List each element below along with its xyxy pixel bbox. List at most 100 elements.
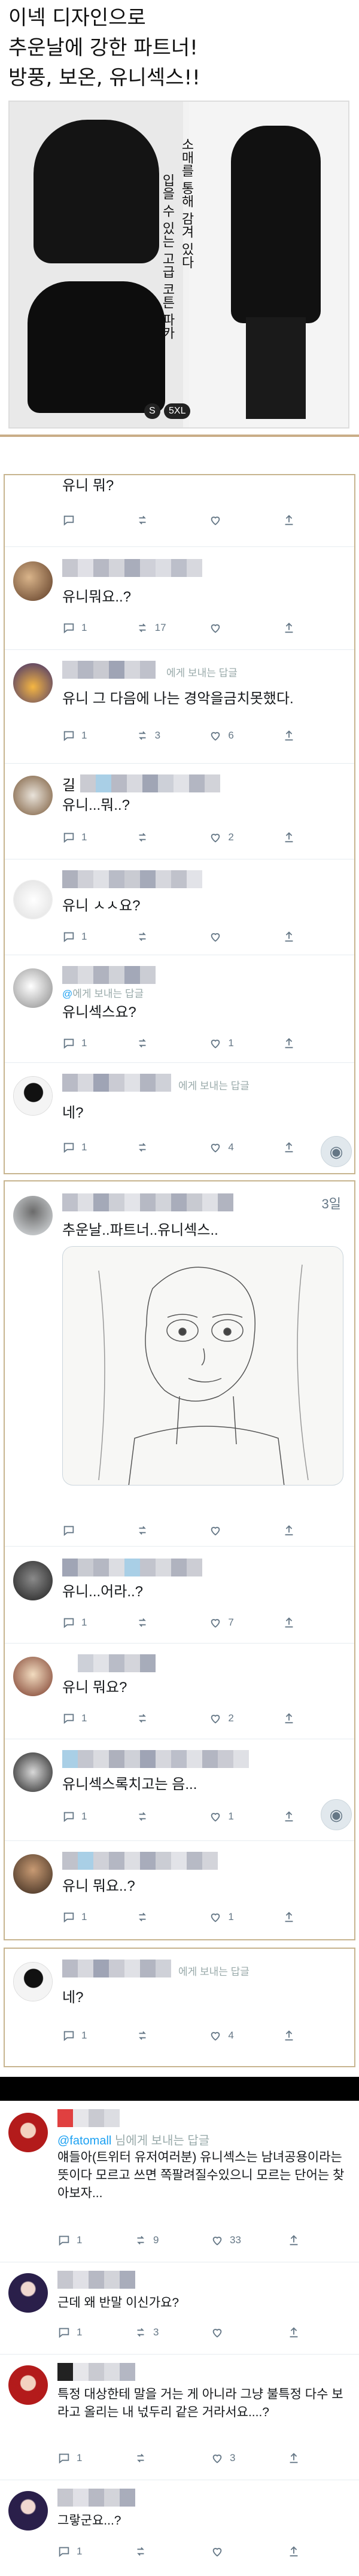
share-button[interactable] — [282, 1616, 330, 1629]
share-button[interactable] — [287, 2326, 335, 2339]
retweet-button[interactable]: 9 — [134, 2234, 182, 2247]
reply-button[interactable]: 1 — [62, 2029, 110, 2042]
table-row[interactable]: 에게 보내는 답글 네? 1 4 — [5, 1949, 354, 2066]
share-button[interactable] — [282, 831, 330, 844]
like-button[interactable] — [209, 514, 257, 527]
retweet-button[interactable] — [136, 1616, 184, 1629]
avatar[interactable] — [8, 2273, 48, 2313]
table-row[interactable]: 특정 대상한테 말을 거는 게 아니라 그냥 불특정 다수 보라고 올리는 내 … — [0, 2355, 359, 2480]
like-button[interactable]: 2 — [209, 831, 257, 844]
like-button[interactable]: 33 — [211, 2234, 258, 2247]
scroll-fab-icon[interactable]: ◉ — [321, 1799, 352, 1830]
like-button[interactable]: 7 — [209, 1616, 257, 1629]
share-button[interactable] — [287, 2234, 335, 2247]
avatar[interactable] — [13, 1657, 53, 1696]
like-button[interactable]: 1 — [209, 1037, 257, 1050]
retweet-button[interactable] — [136, 1810, 184, 1823]
avatar[interactable] — [13, 1561, 53, 1600]
retweet-button[interactable] — [136, 1037, 184, 1050]
retweet-button[interactable] — [136, 831, 184, 844]
scroll-fab-icon[interactable]: ◉ — [321, 1136, 352, 1167]
avatar[interactable] — [13, 880, 53, 919]
avatar[interactable] — [8, 2491, 48, 2531]
reply-button[interactable]: 1 — [62, 621, 110, 634]
retweet-button[interactable] — [136, 2029, 184, 2042]
avatar[interactable] — [13, 663, 53, 703]
avatar[interactable] — [8, 2113, 48, 2152]
reply-button[interactable]: 1 — [62, 1037, 110, 1050]
reply-button[interactable]: 1 — [62, 1712, 110, 1725]
avatar[interactable] — [13, 1076, 53, 1116]
table-row[interactable]: @에게 보내는 답글 유니섹스요? 1 1 — [5, 955, 354, 1063]
share-button[interactable] — [282, 621, 330, 634]
share-button[interactable] — [282, 1037, 330, 1050]
avatar[interactable] — [13, 968, 53, 1008]
reply-button[interactable] — [62, 514, 110, 527]
reply-button[interactable]: 1 — [57, 2326, 105, 2339]
like-button[interactable]: 3 — [211, 2452, 258, 2465]
reply-button[interactable]: 1 — [62, 930, 110, 943]
avatar[interactable] — [13, 561, 53, 601]
like-button[interactable] — [209, 930, 257, 943]
like-button[interactable]: 1 — [209, 1910, 257, 1924]
share-button[interactable] — [287, 2545, 335, 2558]
avatar[interactable] — [13, 1196, 53, 1235]
share-button[interactable] — [282, 729, 330, 742]
share-button[interactable] — [282, 1910, 330, 1924]
table-row[interactable]: 유니 뭐요..? 1 1 — [5, 1841, 354, 1939]
share-button[interactable] — [282, 1524, 330, 1537]
avatar[interactable] — [8, 2365, 48, 2405]
reply-button[interactable]: 1 — [62, 831, 110, 844]
retweet-button[interactable] — [136, 930, 184, 943]
reply-button[interactable]: 1 — [62, 1616, 110, 1629]
table-row[interactable]: @fatomall 님에게 보내는 답글 얘들아(트위터 유저여러분) 유니섹스… — [0, 2102, 359, 2262]
retweet-button[interactable] — [134, 2545, 182, 2558]
table-row[interactable]: 유니섹스록치고는 음... 1 1 ◉ — [5, 1739, 354, 1841]
avatar[interactable] — [13, 1752, 53, 1792]
list-item[interactable]: 3일 추운날..파트너..유니섹스.. — [5, 1181, 354, 1547]
reply-button[interactable] — [62, 1524, 110, 1537]
like-button[interactable]: 4 — [209, 1141, 257, 1154]
reply-button[interactable]: 1 — [57, 2545, 105, 2558]
like-button[interactable] — [209, 621, 257, 634]
retweet-button[interactable] — [136, 1712, 184, 1725]
table-row[interactable]: 길 유니...뭐..? 1 2 — [5, 764, 354, 859]
reply-button[interactable]: 1 — [62, 1910, 110, 1924]
share-button[interactable] — [287, 2452, 335, 2465]
attached-drawing-image[interactable] — [62, 1246, 343, 1486]
retweet-button[interactable] — [136, 1910, 184, 1924]
like-button[interactable]: 6 — [209, 729, 257, 742]
like-button[interactable]: 1 — [209, 1810, 257, 1823]
table-row[interactable]: 근데 왜 반말 이신가요? 1 3 — [0, 2262, 359, 2355]
table-row[interactable]: 유니...어라..? 1 7 — [5, 1548, 354, 1644]
avatar[interactable] — [13, 1962, 53, 2001]
retweet-button[interactable] — [134, 2452, 182, 2465]
like-button[interactable] — [209, 1524, 257, 1537]
reply-button[interactable]: 1 — [62, 1810, 110, 1823]
like-button[interactable] — [211, 2326, 258, 2339]
avatar[interactable] — [13, 776, 53, 815]
like-button[interactable]: 2 — [209, 1712, 257, 1725]
table-row[interactable]: 에게 보내는 답글 유니 그 다음에 나는 경악을금치못했다. 1 3 6 — [5, 650, 354, 764]
reply-button[interactable]: 1 — [62, 729, 110, 742]
share-button[interactable] — [282, 930, 330, 943]
share-button[interactable] — [282, 2029, 330, 2042]
retweet-button[interactable]: 3 — [134, 2326, 182, 2339]
retweet-button[interactable] — [136, 1524, 184, 1537]
retweet-button[interactable] — [136, 514, 184, 527]
retweet-button[interactable]: 3 — [136, 729, 184, 742]
like-button[interactable]: 4 — [209, 2029, 257, 2042]
share-button[interactable] — [282, 514, 330, 527]
table-row[interactable]: 그랗군요...? 1 — [0, 2480, 359, 2576]
reply-button[interactable]: 1 — [62, 1141, 110, 1154]
retweet-button[interactable]: 17 — [136, 621, 184, 634]
share-button[interactable] — [282, 1712, 330, 1725]
table-row[interactable]: 유니뭐요..? 1 17 — [5, 548, 354, 650]
avatar[interactable] — [13, 1854, 53, 1894]
table-row[interactable]: 유니 뭐요? 1 2 — [5, 1644, 354, 1739]
retweet-button[interactable] — [136, 1141, 184, 1154]
reply-button[interactable]: 1 — [57, 2234, 105, 2247]
like-button[interactable] — [211, 2545, 258, 2558]
list-item[interactable]: 유니 뭐? — [5, 475, 354, 547]
reply-button[interactable]: 1 — [57, 2452, 105, 2465]
